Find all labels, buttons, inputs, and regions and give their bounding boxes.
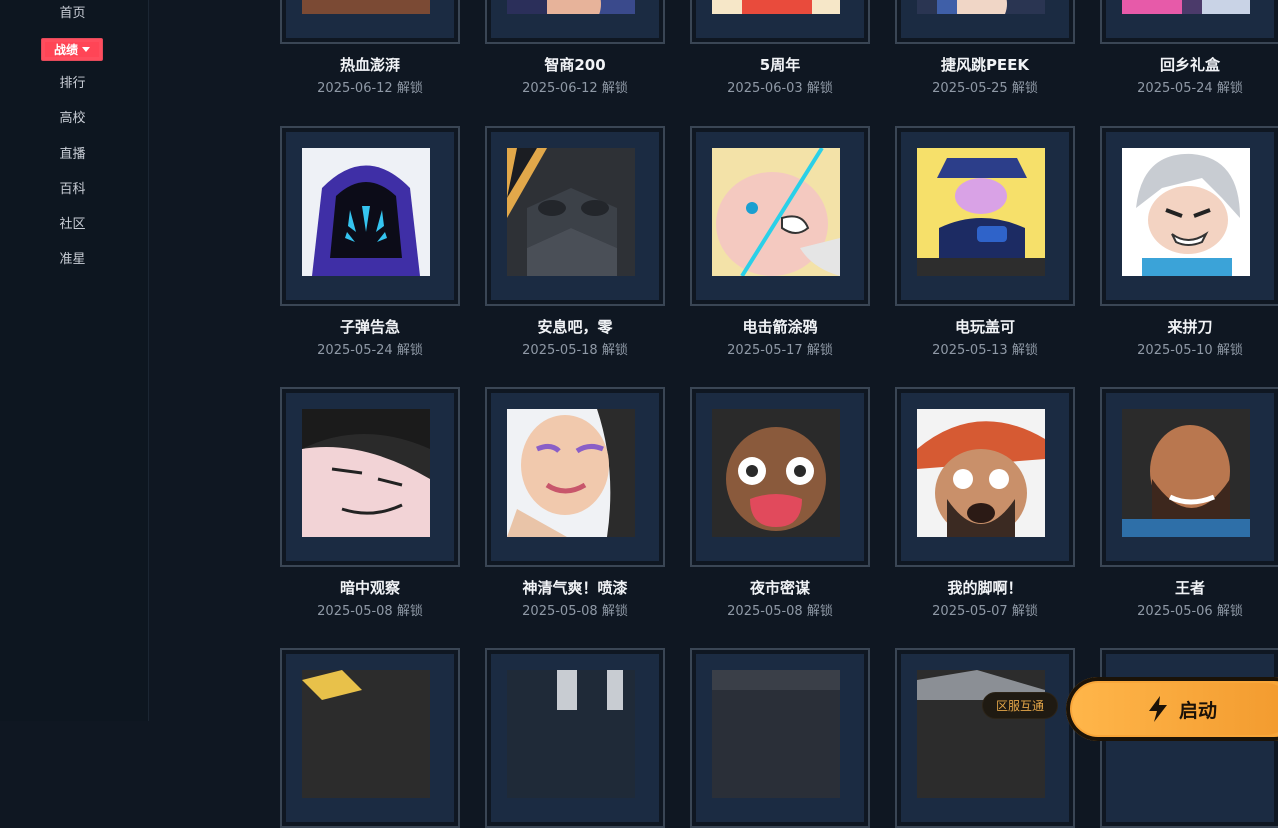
nav-item-record-label: 战绩 xyxy=(53,43,78,57)
launch-label: 启动 xyxy=(1178,699,1217,722)
nav-item-record[interactable]: 战绩 xyxy=(41,38,103,61)
launch-button[interactable]: 启动 xyxy=(1066,677,1278,741)
shocked-face-icon xyxy=(712,409,840,537)
sidebar: 首页 战绩 排行 高校 直播 百科 社区 准星 xyxy=(0,0,149,721)
spray-date: 2025-05-24 解锁 xyxy=(317,343,423,358)
nav-item-crosshair[interactable]: 准星 xyxy=(0,250,145,270)
portrait-blue-icon xyxy=(507,0,635,14)
spray-date: 2025-05-18 解锁 xyxy=(522,343,628,358)
spray-title: 安息吧，零 xyxy=(537,318,613,336)
spray-date: 2025-05-08 解锁 xyxy=(727,604,833,619)
spray-date: 2025-05-13 解锁 xyxy=(932,343,1038,358)
portrait-brown-icon xyxy=(302,0,430,14)
spray-date: 2025-05-25 解锁 xyxy=(932,81,1038,96)
spray-date: 2025-05-08 解锁 xyxy=(317,604,423,619)
caret-down-icon xyxy=(82,47,90,52)
spray-date: 2025-06-12 解锁 xyxy=(522,81,628,96)
spray-title: 神清气爽！喷漆 xyxy=(522,579,628,597)
spray-title: 电玩盖可 xyxy=(954,318,1015,336)
lightning-icon xyxy=(1148,696,1167,722)
portrait-cream-icon xyxy=(712,0,840,14)
relaxed-face-icon xyxy=(507,409,635,537)
nav-item-community[interactable]: 社区 xyxy=(0,215,145,235)
shock-dart-blob-icon xyxy=(712,148,840,276)
nav-item-rank[interactable]: 排行 xyxy=(0,74,145,94)
spray-title: 捷风跳PEEK xyxy=(940,56,1030,74)
spray-date: 2025-06-12 解锁 xyxy=(317,81,423,96)
spray-title: 5周年 xyxy=(759,56,801,74)
spray-date: 2025-05-10 解锁 xyxy=(1137,343,1243,358)
portrait-pink-icon xyxy=(1122,0,1250,14)
spray-title: 智商200 xyxy=(544,56,606,74)
spray-title: 子弹告急 xyxy=(339,318,400,336)
crying-beret-icon xyxy=(917,409,1045,537)
spray-date: 2025-05-08 解锁 xyxy=(522,604,628,619)
portrait-jett-icon xyxy=(917,0,1045,14)
nav-item-live[interactable]: 直播 xyxy=(0,145,145,165)
spray-date: 2025-05-24 解锁 xyxy=(1137,81,1243,96)
omen-hood-icon xyxy=(302,148,430,276)
spray-title: 电击箭涂鸦 xyxy=(742,318,818,336)
gamer-gekko-icon xyxy=(917,148,1045,276)
spray-art-icon xyxy=(917,670,1045,798)
spray-date: 2025-05-17 解锁 xyxy=(727,343,833,358)
spray-title: 我的脚啊！ xyxy=(947,579,1023,597)
spray-art-icon xyxy=(712,670,840,798)
spray-date: 2025-05-07 解锁 xyxy=(932,604,1038,619)
nav-item-home[interactable]: 首页 xyxy=(0,4,145,24)
spray-title: 夜市密谋 xyxy=(749,579,810,597)
nav-item-wiki[interactable]: 百科 xyxy=(0,180,145,200)
nav-item-college[interactable]: 高校 xyxy=(0,109,145,129)
spray-title: 热血澎湃 xyxy=(339,56,400,74)
white-hair-fighter-icon xyxy=(1122,148,1250,276)
spray-title: 回乡礼盒 xyxy=(1159,56,1220,74)
masked-robot-icon xyxy=(507,148,635,276)
spray-art-icon xyxy=(507,670,635,798)
spray-date: 2025-05-06 解锁 xyxy=(1137,604,1243,619)
peeking-dark-hair-icon xyxy=(302,409,430,537)
bearded-smile-icon xyxy=(1122,409,1250,537)
spray-title: 暗中观察 xyxy=(339,579,400,597)
region-interop-button[interactable]: 区服互通 xyxy=(982,692,1058,719)
spray-date: 2025-06-03 解锁 xyxy=(727,81,833,96)
spray-art-icon xyxy=(302,670,430,798)
spray-title: 王者 xyxy=(1174,579,1205,597)
spray-title: 来拼刀 xyxy=(1167,318,1213,336)
